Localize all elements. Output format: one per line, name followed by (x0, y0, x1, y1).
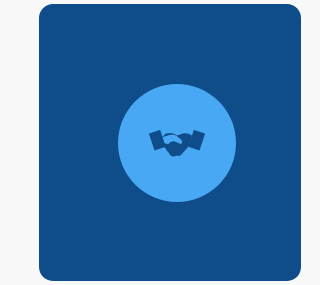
handshake-icon (148, 129, 206, 157)
page (0, 0, 301, 285)
icon-badge (118, 84, 236, 202)
